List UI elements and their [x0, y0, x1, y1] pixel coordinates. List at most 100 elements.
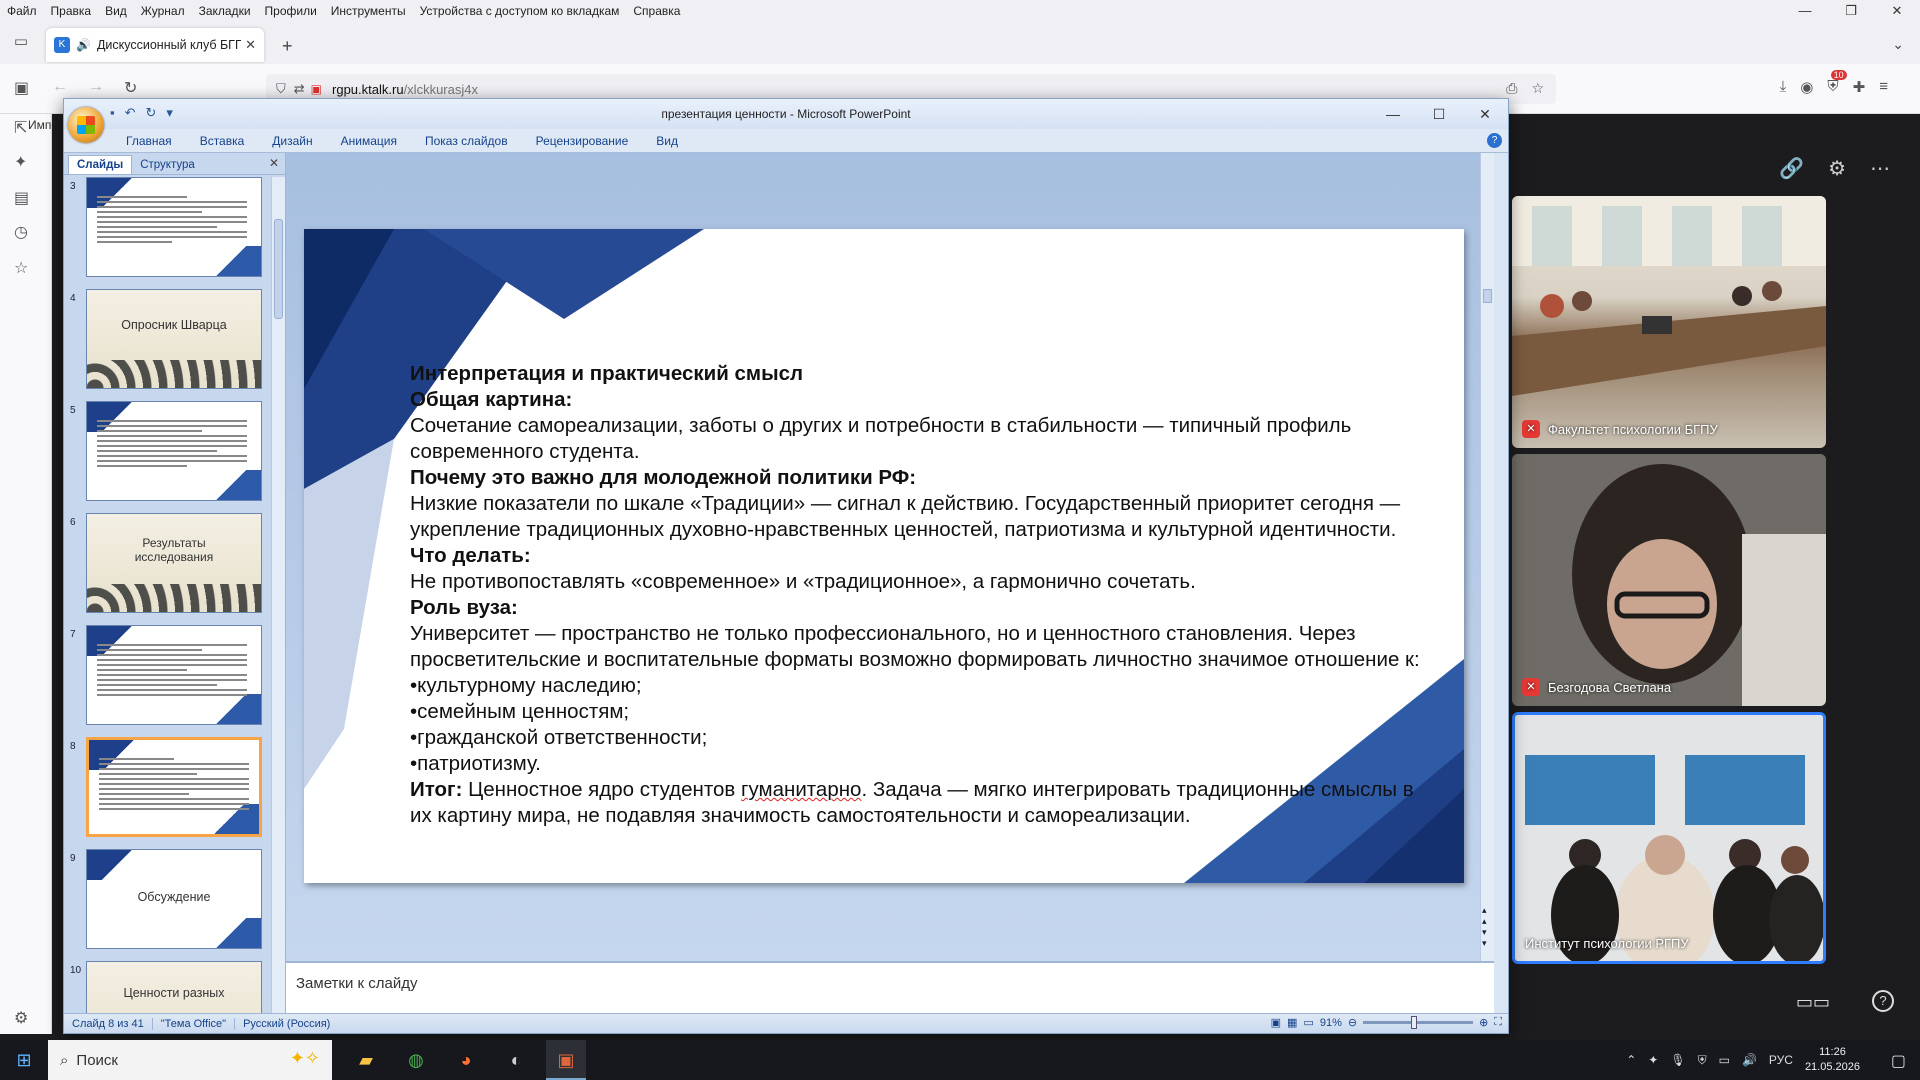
ribbon-tab[interactable]: Вид — [642, 134, 692, 148]
customize-qat-icon[interactable]: ▾ — [166, 105, 173, 121]
office-button[interactable] — [68, 107, 104, 143]
shield-icon[interactable]: ⛉ — [276, 81, 286, 97]
prev-next-slide-icon[interactable]: ▴ ▴ ▾ ▾ — [1482, 905, 1487, 949]
language-indicator[interactable]: РУС — [1769, 1053, 1793, 1067]
reader-view-icon[interactable]: ⎙ — [1506, 80, 1517, 97]
slide-thumbnail[interactable] — [86, 401, 262, 501]
save-icon[interactable]: ▪ — [110, 105, 115, 121]
ribbon-tab[interactable]: Вставка — [186, 134, 259, 148]
ribbon-tab[interactable]: Дизайн — [258, 134, 326, 148]
tab-active[interactable]: K 🔊 Дискуссионный клуб БГП ✕ — [46, 28, 264, 62]
extension-badge-icon[interactable]: ⛨ 10 — [1827, 70, 1847, 96]
windows-start-icon[interactable]: ⊞ — [0, 1050, 48, 1071]
ai-sparkle-icon[interactable]: ✦ — [14, 152, 27, 172]
volume-icon[interactable]: 🔊 — [1742, 1053, 1757, 1067]
insecure-lock-icon[interactable]: ▣ — [311, 82, 322, 96]
bookmarks-icon[interactable]: ☆ — [14, 258, 28, 278]
menu-item[interactable]: Закладки — [192, 0, 258, 22]
menu-item[interactable]: Инструменты — [324, 0, 413, 22]
redo-icon[interactable]: ↻ — [146, 105, 157, 121]
normal-view-icon[interactable]: ▣ — [1271, 1016, 1281, 1029]
help-icon[interactable]: ? — [1487, 133, 1502, 148]
settings-gear-icon[interactable]: ⚙ — [1828, 156, 1846, 181]
restore-icon[interactable]: ❐ — [1828, 0, 1874, 22]
tab-slides[interactable]: Слайды — [68, 155, 133, 174]
app-icon[interactable]: ◐ — [496, 1040, 536, 1080]
slide-thumbnail[interactable] — [86, 177, 262, 277]
menu-item[interactable]: Журнал — [134, 0, 192, 22]
ribbon-tab[interactable]: Показ слайдов — [411, 134, 522, 148]
tray-overflow-icon[interactable]: ⌃ — [1626, 1053, 1636, 1067]
reload-icon[interactable]: ↻ — [124, 78, 137, 98]
help-icon[interactable]: ? — [1872, 990, 1894, 1012]
current-slide[interactable]: Интерпретация и практический смысл Общая… — [304, 229, 1464, 883]
pane-scrollbar[interactable] — [271, 177, 285, 1013]
speaker-icon[interactable]: 🔊 — [76, 38, 91, 52]
minimize-icon[interactable]: — — [1370, 99, 1416, 129]
slide-thumbnail[interactable]: Ценности разных — [86, 961, 262, 1013]
synced-tabs-icon[interactable]: ▤ — [14, 188, 29, 208]
menu-icon[interactable]: ≡ — [1879, 78, 1888, 96]
zoom-slider[interactable] — [1363, 1016, 1474, 1029]
slide-thumbnail[interactable]: Результаты исследования — [86, 513, 262, 613]
tab-list-icon[interactable]: ▭ — [10, 32, 32, 54]
zoom-in-icon[interactable]: ⊕ — [1479, 1016, 1488, 1029]
video-tile[interactable]: ✕ Факультет психологии БГПУ — [1512, 196, 1826, 448]
history-icon[interactable]: ◷ — [14, 222, 28, 242]
tray-app-icon[interactable]: ✦ — [1648, 1053, 1658, 1067]
menu-item[interactable]: Файл — [0, 0, 44, 22]
account-icon[interactable]: ◉ — [1800, 78, 1813, 96]
menu-item[interactable]: Устройства с доступом ко вкладкам — [413, 0, 627, 22]
sidebar-toggle-icon[interactable]: ▣ — [14, 78, 29, 98]
slide-text-box[interactable]: Интерпретация и практический смысл Общая… — [410, 361, 1430, 829]
close-icon[interactable]: ✕ — [1874, 0, 1920, 22]
back-icon[interactable]: ← — [52, 78, 68, 96]
taskbar-search[interactable]: ⌕ Поиск ✦✧ — [48, 1040, 332, 1080]
layout-toggle-icon[interactable]: ▭▭ — [1796, 992, 1830, 1013]
slide-thumbnail[interactable] — [86, 625, 262, 725]
powerpoint-app-icon[interactable]: ▣ — [546, 1040, 586, 1080]
menu-item[interactable]: Вид — [98, 0, 134, 22]
import-icon[interactable]: ⇱ — [14, 118, 27, 138]
menu-item[interactable]: Правка — [44, 0, 99, 22]
notifications-icon[interactable]: ▢ — [1891, 1051, 1906, 1071]
clock[interactable]: 11:26 21.05.2026 — [1805, 1045, 1860, 1075]
network-icon[interactable]: ▭ — [1719, 1053, 1730, 1067]
notes-pane[interactable]: Заметки к слайду — [286, 961, 1494, 1013]
security-icon[interactable]: ⛨ — [1698, 1053, 1707, 1068]
close-pane-icon[interactable]: ✕ — [269, 156, 279, 170]
chrome-icon[interactable]: ◍ — [396, 1040, 436, 1080]
file-explorer-icon[interactable]: ▰ — [346, 1040, 386, 1080]
tab-close-icon[interactable]: ✕ — [245, 37, 256, 53]
more-options-icon[interactable]: ⋯ — [1870, 156, 1890, 181]
ribbon-tab[interactable]: Главная — [112, 134, 186, 148]
slide-sorter-icon[interactable]: ▦ — [1287, 1016, 1297, 1029]
slide-thumbnail[interactable]: Опросник Шварца — [86, 289, 262, 389]
zoom-level[interactable]: 91% — [1320, 1017, 1342, 1029]
undo-icon[interactable]: ↶ — [125, 105, 136, 121]
slide-thumbnail[interactable]: Обсуждение — [86, 849, 262, 949]
ribbon-tab[interactable]: Рецензирование — [522, 134, 643, 148]
firefox-icon[interactable]: ◕ — [446, 1040, 486, 1080]
ribbon-tab[interactable]: Анимация — [327, 134, 411, 148]
extensions-icon[interactable]: ✚ — [1853, 78, 1866, 96]
link-icon[interactable]: 🔗 — [1779, 156, 1804, 181]
microphone-icon[interactable]: 🎙 — [1670, 1053, 1685, 1067]
menu-item[interactable]: Профили — [258, 0, 324, 22]
slide-thumbnail-selected[interactable] — [86, 737, 262, 837]
menu-item[interactable]: Справка — [626, 0, 687, 22]
zoom-out-icon[interactable]: ⊖ — [1348, 1016, 1357, 1029]
video-tile[interactable]: ✕ Безгодова Светлана — [1512, 454, 1826, 706]
maximize-icon[interactable]: ☐ — [1416, 99, 1462, 129]
permissions-icon[interactable]: ⇄ — [294, 81, 305, 97]
close-icon[interactable]: ✕ — [1462, 99, 1508, 129]
downloads-icon[interactable]: ⤓ — [1780, 78, 1787, 96]
bookmark-star-icon[interactable]: ☆ — [1531, 80, 1544, 97]
settings-gear-icon[interactable]: ⚙ — [14, 1008, 28, 1028]
video-tile-active-speaker[interactable]: Институт психологии РГПУ — [1512, 712, 1826, 964]
minimize-icon[interactable]: — — [1782, 0, 1828, 22]
chevron-down-icon[interactable]: ⌄ — [1892, 36, 1904, 53]
editor-scrollbar[interactable]: ▴ ▴ ▾ ▾ — [1480, 153, 1494, 961]
tab-outline[interactable]: Структура — [132, 156, 203, 174]
forward-icon[interactable]: → — [88, 78, 104, 96]
